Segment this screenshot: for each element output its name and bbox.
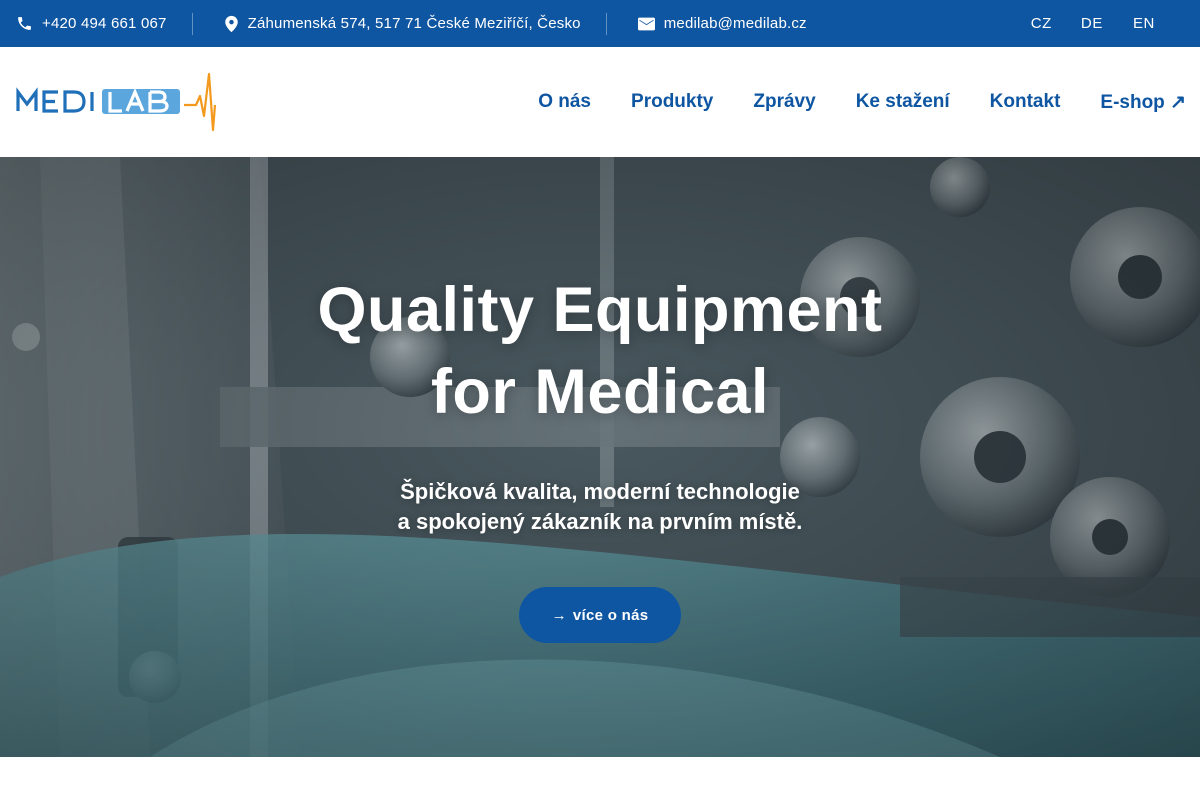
contact-info: +420 494 661 067 Záhumenská 574, 517 71 … <box>0 0 807 47</box>
arrow-right-icon: → <box>551 606 567 624</box>
medilab-logo[interactable] <box>16 72 218 132</box>
address-link[interactable]: Záhumenská 574, 517 71 České Meziříčí, Č… <box>193 0 606 47</box>
hero-banner: Quality Equipment for Medical Špičková k… <box>0 157 1200 757</box>
site-header: O nás Produkty Zprávy Ke stažení Kontakt… <box>0 47 1200 157</box>
hero-title-line: for Medical <box>430 357 770 427</box>
phone-icon <box>16 15 33 32</box>
hero-subtitle-line: Špičková kvalita, moderní technologie <box>400 479 800 504</box>
email-address: medilab@medilab.cz <box>663 15 807 32</box>
hero-title-line: Quality Equipment <box>317 275 883 345</box>
nav-news[interactable]: Zprávy <box>753 91 815 113</box>
phone-link[interactable]: +420 494 661 067 <box>0 0 192 47</box>
hero-subtitle-line: a spokojený zákazník na prvním místě. <box>397 509 803 534</box>
map-pin-icon <box>224 15 239 33</box>
hero-content: Quality Equipment for Medical Špičková k… <box>0 157 1200 757</box>
phone-number: +420 494 661 067 <box>42 15 167 32</box>
lang-en[interactable]: EN <box>1133 15 1155 32</box>
hero-subtitle: Špičková kvalita, moderní technologie a … <box>0 477 1200 537</box>
nav-eshop[interactable]: E-shop ↗ <box>1100 91 1186 114</box>
nav-products[interactable]: Produkty <box>631 91 713 113</box>
nav-contact[interactable]: Kontakt <box>990 91 1061 113</box>
email-link[interactable]: medilab@medilab.cz <box>607 0 807 47</box>
content-area-start <box>0 757 1200 800</box>
language-switcher: CZ DE EN <box>1031 0 1200 47</box>
top-bar: +420 494 661 067 Záhumenská 574, 517 71 … <box>0 0 1200 47</box>
lang-cz[interactable]: CZ <box>1031 15 1052 32</box>
nav-about[interactable]: O nás <box>538 91 591 113</box>
more-about-us-label: více o nás <box>572 606 649 624</box>
more-about-us-button[interactable]: → více o nás <box>519 587 681 643</box>
medilab-logo-graphic <box>16 72 217 132</box>
nav-downloads[interactable]: Ke stažení <box>856 91 950 113</box>
lang-de[interactable]: DE <box>1081 15 1103 32</box>
address-text: Záhumenská 574, 517 71 České Meziříčí, Č… <box>247 15 581 32</box>
envelope-icon <box>637 17 655 31</box>
hero-title: Quality Equipment for Medical <box>0 269 1200 433</box>
main-nav: O nás Produkty Zprávy Ke stažení Kontakt… <box>538 47 1186 157</box>
